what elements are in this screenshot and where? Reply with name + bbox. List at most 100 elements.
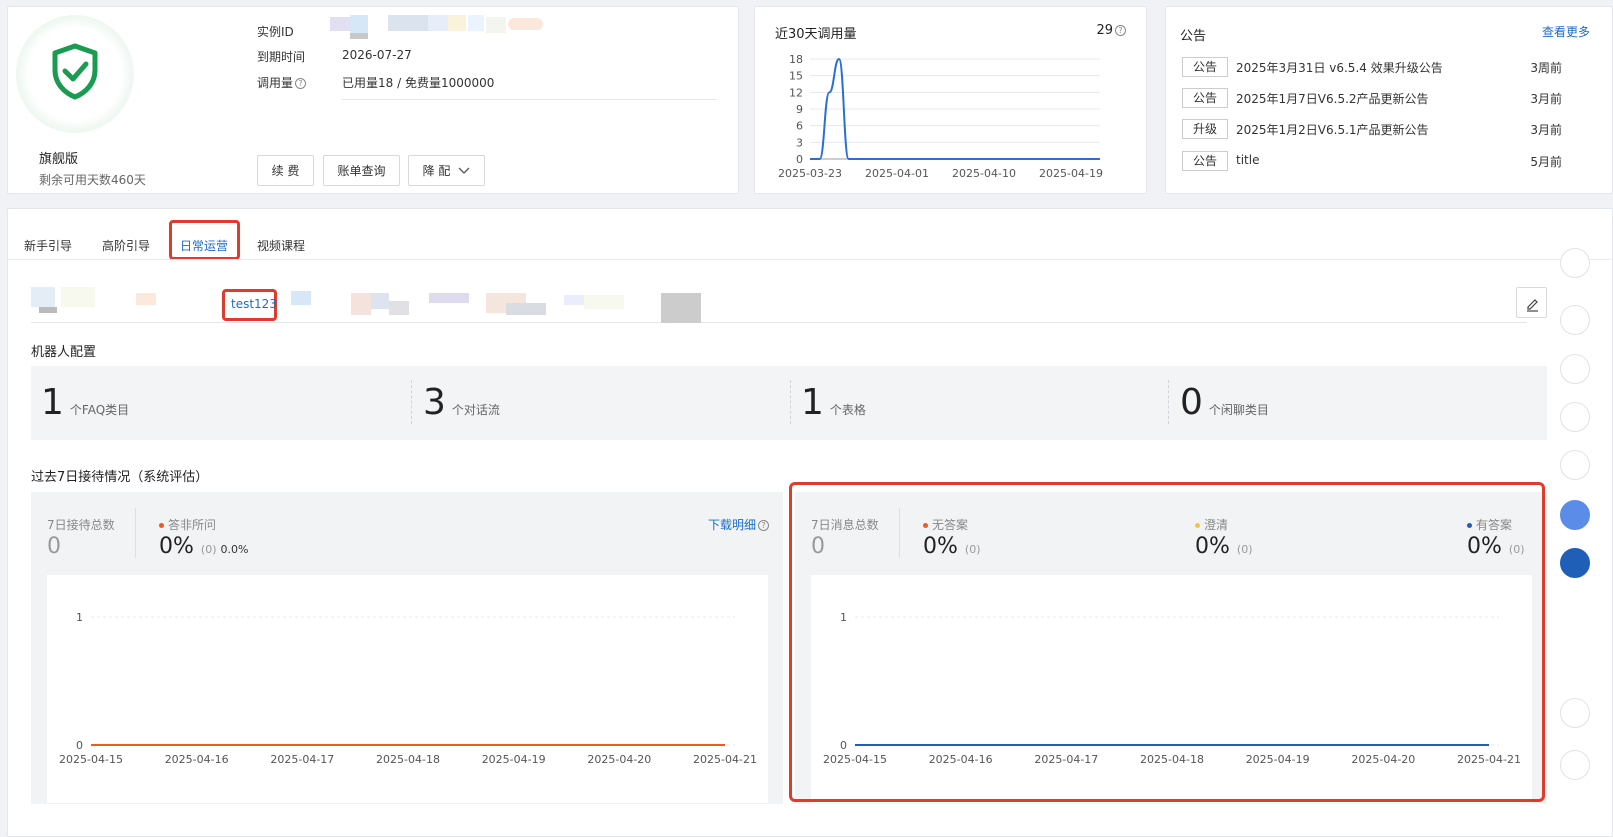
notice-item[interactable]: 公告 2025年3月31日 v6.5.4 效果升级公告 3周前 [1182, 57, 1562, 77]
y-tick-label: 9 [796, 103, 803, 116]
tab-beginner-guide[interactable]: 新手引导 [24, 237, 72, 254]
usage-label: 调用量 [257, 76, 294, 90]
stat-label: 个闲聊类目 [1208, 403, 1269, 417]
stat-label: 个对话流 [451, 403, 500, 417]
instance-id-label: 实例ID [257, 25, 294, 39]
plan-remaining-days: 剩余可用天数460天 [39, 173, 146, 187]
notice-tag: 公告 [1182, 151, 1228, 171]
y-tick-label: 6 [796, 120, 803, 133]
wrong-answer-rate: 0.0% [220, 543, 249, 556]
tab-video-course[interactable]: 视频课程 [257, 237, 305, 254]
bot-tab-active[interactable]: test123 [222, 289, 277, 321]
x-tick-label: 2025-04-17 [270, 753, 334, 766]
notice-tag: 公告 [1182, 57, 1228, 77]
help-icon[interactable]: ? [295, 78, 307, 89]
x-tick-label: 2025-04-18 [376, 753, 440, 766]
download-detail-link[interactable]: 下载明细? [708, 516, 770, 533]
usage-progress-track [342, 99, 716, 100]
wrong-answer-metric: 0% (0) 0.0% [159, 534, 248, 559]
bot-selector-row: test123 [31, 287, 1527, 323]
float-tool-button[interactable] [1560, 402, 1590, 432]
notice-card: 公告 查看更多 公告 2025年3月31日 v6.5.4 效果升级公告 3周前 … [1165, 6, 1613, 194]
x-tick-label: 2025-04-10 [952, 167, 1016, 180]
float-tool-button[interactable] [1560, 750, 1590, 780]
y-tick-label: 1 [76, 611, 83, 624]
float-tool-button[interactable] [1560, 500, 1590, 530]
wrong-answer-label: 答非所问 [168, 518, 217, 532]
notice-item[interactable]: 公告 title 5月前 [1182, 151, 1562, 171]
x-tick-label: 2025-03-23 [778, 167, 842, 180]
view-more-link[interactable]: 查看更多 [1542, 23, 1590, 40]
x-tick-label: 2025-04-19 [1039, 167, 1103, 180]
float-tool-button[interactable] [1560, 354, 1590, 384]
stat-number: 0 [1180, 382, 1203, 423]
notice-time: 3月前 [1530, 92, 1562, 106]
chevron-down-icon [458, 167, 470, 174]
float-tool-button[interactable] [1560, 698, 1590, 728]
stat-dialogflow[interactable]: 3 个对话流 [423, 382, 500, 423]
notice-time: 3月前 [1530, 123, 1562, 137]
downgrade-dropdown[interactable]: 降 配 [408, 155, 485, 186]
stat-number: 3 [423, 382, 446, 423]
active-tab-highlight [169, 220, 240, 260]
float-tool-button[interactable] [1560, 305, 1590, 335]
expire-value: 2026-07-27 [342, 48, 412, 62]
usage-value: 已用量18 / 免费量1000000 [342, 76, 495, 90]
pencil-icon [1527, 299, 1538, 312]
wrong-answer-label-wrap: 答非所问 [159, 516, 216, 533]
tab-advanced-guide[interactable]: 高阶引导 [102, 237, 150, 254]
downgrade-label: 降 配 [422, 164, 451, 178]
notice-text: 2025年3月31日 v6.5.4 效果升级公告 [1236, 61, 1443, 75]
stat-number: 1 [801, 382, 824, 423]
reception-title: 过去7日接待情况（系统评估） [31, 470, 209, 485]
x-tick-label: 2025-04-19 [482, 753, 546, 766]
notice-tag: 公告 [1182, 88, 1228, 108]
download-label: 下载明细 [708, 518, 757, 532]
wrong-answer-percent: 0% [159, 534, 194, 559]
float-tool-button[interactable] [1560, 248, 1590, 278]
highlight-box [789, 482, 1545, 802]
stat-divider [411, 380, 412, 424]
stat-divider [1168, 380, 1169, 424]
plan-card: 旗舰版 剩余可用天数460天 实例ID 到期时间 2026-07-27 调用量?… [7, 6, 739, 194]
x-tick-label: 2025-04-15 [59, 753, 123, 766]
notice-tag: 升级 [1182, 119, 1228, 139]
notice-time: 3周前 [1530, 61, 1562, 75]
stat-divider [790, 380, 791, 424]
y-tick-label: 0 [76, 739, 83, 752]
notice-text: 2025年1月2日V6.5.1产品更新公告 [1236, 123, 1429, 137]
x-tick-label: 2025-04-16 [165, 753, 229, 766]
wrong-answer-line-chart: 0 1 2025-04-15 2025-04-16 2025-04-17 2025-04-… [59, 611, 757, 766]
bill-query-button[interactable]: 账单查询 [323, 155, 400, 186]
edit-button[interactable] [1516, 287, 1547, 318]
float-tool-button[interactable] [1560, 548, 1590, 578]
x-tick-label: 2025-04-21 [693, 753, 757, 766]
y-tick-label: 15 [789, 70, 803, 83]
notice-text: 2025年1月7日V6.5.2产品更新公告 [1236, 92, 1429, 106]
y-tick-label: 0 [796, 153, 803, 166]
stat-chitchat[interactable]: 0 个闲聊类目 [1180, 382, 1269, 423]
help-icon[interactable]: ? [758, 520, 770, 531]
y-tick-label: 18 [789, 53, 803, 66]
metric-divider [135, 508, 136, 558]
x-tick-label: 2025-04-01 [865, 167, 929, 180]
float-tool-button[interactable] [1560, 450, 1590, 480]
wrong-answer-count: (0) [200, 543, 217, 556]
stat-number: 1 [41, 382, 64, 423]
renew-button[interactable]: 续 费 [257, 155, 314, 186]
usage-label-wrap: 调用量? [257, 74, 307, 91]
notice-item[interactable]: 升级 2025年1月2日V6.5.1产品更新公告 3月前 [1182, 119, 1562, 139]
notice-item[interactable]: 公告 2025年1月7日V6.5.2产品更新公告 3月前 [1182, 88, 1562, 108]
stat-table[interactable]: 1 个表格 [801, 382, 866, 423]
notice-title: 公告 [1180, 29, 1207, 44]
total-reception-label: 7日接待总数 [47, 518, 115, 532]
stat-faq[interactable]: 1 个FAQ类目 [41, 382, 129, 423]
orange-dot-icon [159, 523, 164, 528]
y-tick-label: 3 [796, 136, 803, 149]
stat-label: 个表格 [829, 403, 866, 417]
shield-check-icon [52, 43, 98, 100]
bot-tab-label: test123 [231, 297, 277, 311]
robot-stats-bar: 1 个FAQ类目 3 个对话流 1 个表格 0 个闲聊类目 [31, 366, 1547, 440]
robot-config-title: 机器人配置 [31, 345, 97, 360]
main-card: 新手引导 高阶引导 日常运营 视频课程 test123 机器人配置 1 个FAQ… [7, 208, 1613, 837]
